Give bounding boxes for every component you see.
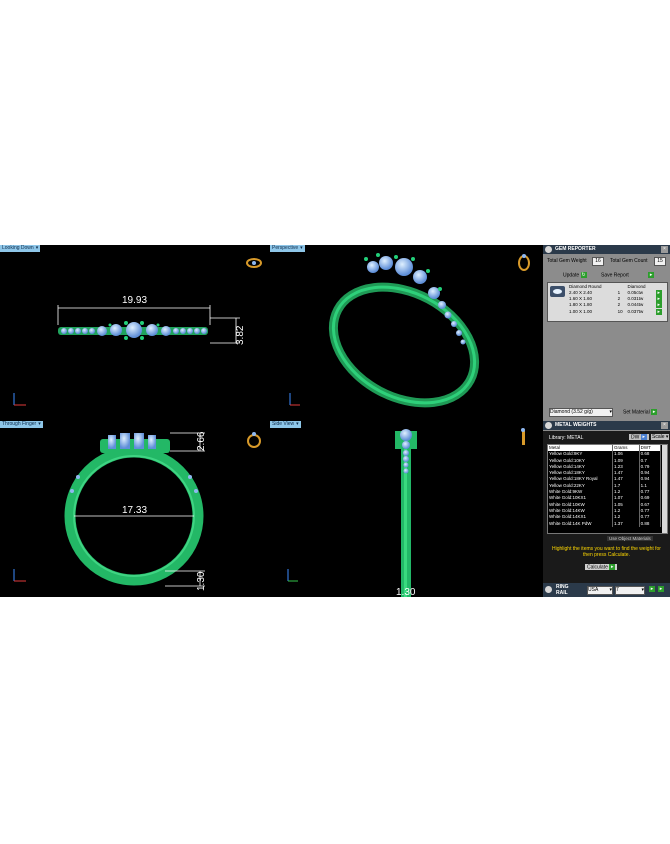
ring-icon[interactable] xyxy=(247,432,261,448)
update-button[interactable]: Update ↻ xyxy=(563,272,587,278)
cad-application: Looking Down ▾ 19.93 3.82 Perspective ▾ … xyxy=(0,245,670,597)
viewport-label[interactable]: Looking Down ▾ xyxy=(0,245,41,252)
viewport-label[interactable]: Side View ▾ xyxy=(270,421,301,428)
metal-weights-header[interactable]: METAL WEIGHTS × xyxy=(543,421,670,430)
gem-rows: Diamond Round Diamond 2.40 X 2.40 1 0.05ctw… xyxy=(568,284,666,315)
ring-icon[interactable] xyxy=(521,428,525,445)
calculate-button[interactable]: Calculate ▸ xyxy=(585,564,618,571)
diamond-icon xyxy=(550,286,565,297)
apply-icon[interactable]: ▸ xyxy=(649,586,655,592)
ring-rail-bar: RING RAIL USA ▾ 7 ▾ ▸ ▸ xyxy=(543,583,670,597)
ring-rail-title: RING RAIL xyxy=(556,584,569,596)
gem-reporter-header[interactable]: GEM REPORTER × xyxy=(543,245,670,254)
table-row[interactable]: White Gold:14K PdW 1.37 0.88 xyxy=(548,520,662,527)
total-gem-count-value: 15 xyxy=(654,257,666,266)
select-icon[interactable]: ▸ xyxy=(655,302,662,309)
ring-top-view: 19.93 3.82 xyxy=(13,258,262,406)
side-panel: GEM REPORTER × Total Gem Weight 16 Total… xyxy=(543,245,670,597)
select-icon[interactable]: ▸ xyxy=(655,308,662,315)
viewport-looking-down[interactable]: Looking Down ▾ 19.93 3.82 xyxy=(0,245,268,420)
scrollbar[interactable] xyxy=(662,445,667,533)
use-object-materials-toggle[interactable]: Use Object Materials xyxy=(607,536,653,541)
ring-size-select[interactable]: 7 ▾ xyxy=(615,586,645,595)
axis-gizmo xyxy=(287,569,298,582)
width-dimension: 19.93 xyxy=(122,295,147,306)
dw-toggle[interactable]: DW ▸ xyxy=(629,434,649,441)
chevron-down-icon: ▾ xyxy=(641,587,644,593)
material-select[interactable]: Diamond (3.52 g/g) ▾ xyxy=(549,408,613,417)
close-icon[interactable]: × xyxy=(661,422,668,429)
ring-icon xyxy=(545,586,552,593)
viewport-label[interactable]: Through Finger ▾ xyxy=(0,421,43,428)
select-icon[interactable]: ▸ xyxy=(655,296,662,303)
hint-text: Highlight the items you want to find the… xyxy=(552,546,661,558)
gem-table: Diamond Round Diamond 2.40 X 2.40 1 0.05ctw… xyxy=(547,282,668,322)
viewport-perspective[interactable]: Perspective ▾ xyxy=(270,245,542,420)
save-report-button[interactable]: Save Report ▸ xyxy=(601,272,655,278)
save-icon: ▸ xyxy=(648,272,655,278)
library-label: Library: METAL xyxy=(549,435,584,441)
total-gem-count-label: Total Gem Count xyxy=(610,258,648,264)
ring-icon[interactable] xyxy=(518,254,530,271)
top-height-dimension: 2.66 xyxy=(196,431,207,451)
total-gem-weight-value: 16 xyxy=(592,257,604,266)
bottom-thickness-dimension: 1.30 xyxy=(196,571,207,591)
play-icon[interactable]: ▸ xyxy=(658,586,664,592)
metal-weights-body: Library: METAL DW ▸ Scale ▾ Metal Grams DW… xyxy=(543,431,670,583)
viewport-through-finger[interactable]: Through Finger ▾ 17.33 2.66 1.30 xyxy=(0,421,268,597)
metal-icon xyxy=(545,422,552,429)
metal-table: Metal Grams DWT Yellow Gold:9KY 1.06 0.68 Ye… xyxy=(547,444,668,534)
ring-front-view: 17.33 2.66 1.30 xyxy=(13,431,261,591)
viewport-side-view[interactable]: Side View ▾ 1.30 xyxy=(270,421,542,597)
ring-perspective-view xyxy=(289,253,530,408)
table-row[interactable]: 1.00 X 1.00 10 0.037tw ▸ xyxy=(568,308,666,315)
chevron-down-icon: ▾ xyxy=(609,587,612,593)
ring-icon[interactable] xyxy=(246,258,262,268)
bottom-thickness-dimension: 1.30 xyxy=(396,587,416,597)
set-material-button[interactable]: Set Material ▸ xyxy=(623,409,658,415)
axis-gizmo xyxy=(13,393,26,406)
chevron-down-icon: ▾ xyxy=(609,409,612,415)
refresh-icon: ↻ xyxy=(580,272,587,278)
toggle-icon: ▸ xyxy=(640,434,647,440)
dimension-lines xyxy=(57,305,240,344)
region-select[interactable]: USA ▾ xyxy=(587,586,613,595)
inner-diameter-dimension: 17.33 xyxy=(122,505,147,516)
scale-dropdown[interactable]: Scale ▾ xyxy=(651,434,670,440)
viewport-label[interactable]: Perspective ▾ xyxy=(270,245,305,252)
gem-row xyxy=(61,322,207,338)
gem-icon xyxy=(545,246,552,253)
close-icon[interactable]: × xyxy=(661,246,668,253)
axis-gizmo xyxy=(13,569,26,582)
height-dimension: 3.82 xyxy=(235,325,246,345)
play-icon: ▸ xyxy=(609,564,616,570)
select-icon[interactable]: ▸ xyxy=(655,290,662,296)
ring-side-view: 1.30 xyxy=(287,428,525,597)
apply-icon: ▸ xyxy=(651,409,658,415)
chevron-down-icon: ▾ xyxy=(665,434,669,440)
total-gem-weight-label: Total Gem Weight xyxy=(547,258,587,264)
axis-gizmo xyxy=(289,393,300,406)
